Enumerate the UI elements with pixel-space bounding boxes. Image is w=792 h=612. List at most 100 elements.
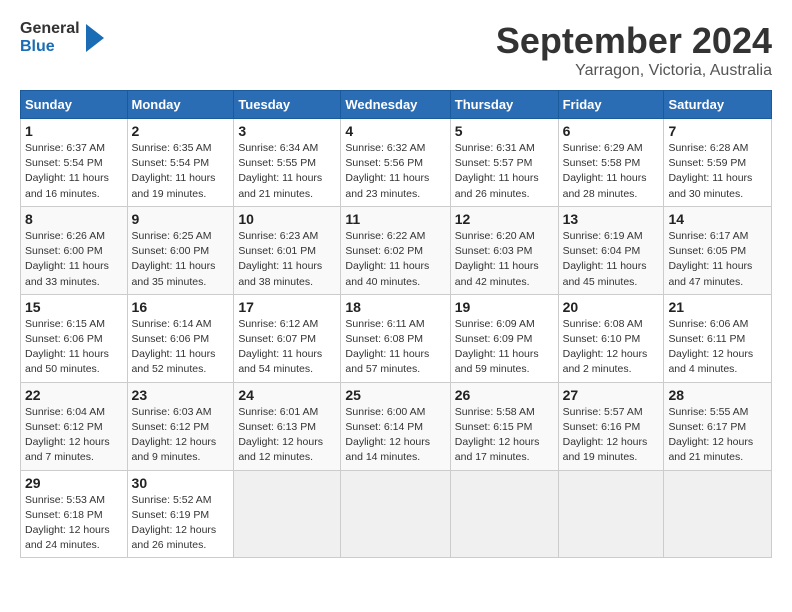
table-row: 12 Sunrise: 6:20 AMSunset: 6:03 PMDayligh…	[450, 206, 558, 294]
day-info: Sunrise: 6:25 AMSunset: 6:00 PMDaylight:…	[132, 229, 230, 290]
table-row: 26 Sunrise: 5:58 AMSunset: 6:15 PMDayligh…	[450, 382, 558, 470]
day-number: 28	[668, 387, 767, 403]
day-number: 3	[238, 123, 336, 139]
day-number: 24	[238, 387, 336, 403]
table-row: 2 Sunrise: 6:35 AMSunset: 5:54 PMDaylight…	[127, 119, 234, 207]
table-row: 13 Sunrise: 6:19 AMSunset: 6:04 PMDayligh…	[558, 206, 664, 294]
col-saturday: Saturday	[664, 91, 772, 119]
day-info: Sunrise: 5:55 AMSunset: 6:17 PMDaylight:…	[668, 405, 767, 466]
day-number: 27	[563, 387, 660, 403]
calendar-header-row: Sunday Monday Tuesday Wednesday Thursday…	[21, 91, 772, 119]
day-info: Sunrise: 6:34 AMSunset: 5:55 PMDaylight:…	[238, 141, 336, 202]
logo-arrow-icon	[86, 20, 104, 56]
day-number: 4	[345, 123, 445, 139]
day-number: 11	[345, 211, 445, 227]
day-number: 6	[563, 123, 660, 139]
day-number: 18	[345, 299, 445, 315]
table-row	[341, 470, 450, 558]
table-row: 23 Sunrise: 6:03 AMSunset: 6:12 PMDayligh…	[127, 382, 234, 470]
calendar-table: Sunday Monday Tuesday Wednesday Thursday…	[20, 90, 772, 558]
table-row: 25Sunrise: 6:00 AMSunset: 6:14 PMDayligh…	[341, 382, 450, 470]
day-info: Sunrise: 6:01 AMSunset: 6:13 PMDaylight:…	[238, 405, 336, 466]
calendar-week-row: 1Sunrise: 6:37 AMSunset: 5:54 PMDaylight…	[21, 119, 772, 207]
day-info: Sunrise: 6:03 AMSunset: 6:12 PMDaylight:…	[132, 405, 230, 466]
day-info: Sunrise: 6:29 AMSunset: 5:58 PMDaylight:…	[563, 141, 660, 202]
calendar-week-row: 15 Sunrise: 6:15 AMSunset: 6:06 PMDayligh…	[21, 294, 772, 382]
day-info: Sunrise: 6:35 AMSunset: 5:54 PMDaylight:…	[132, 141, 230, 202]
day-number: 13	[563, 211, 660, 227]
day-number: 8	[25, 211, 123, 227]
day-number: 30	[132, 475, 230, 491]
day-number: 16	[132, 299, 230, 315]
col-tuesday: Tuesday	[234, 91, 341, 119]
table-row: 9Sunrise: 6:25 AMSunset: 6:00 PMDaylight…	[127, 206, 234, 294]
logo-blue: Blue	[20, 38, 80, 56]
day-info: Sunrise: 6:26 AMSunset: 6:00 PMDaylight:…	[25, 229, 123, 290]
day-info: Sunrise: 6:28 AMSunset: 5:59 PMDaylight:…	[668, 141, 767, 202]
table-row: 10Sunrise: 6:23 AMSunset: 6:01 PMDayligh…	[234, 206, 341, 294]
day-number: 14	[668, 211, 767, 227]
table-row	[558, 470, 664, 558]
day-number: 21	[668, 299, 767, 315]
day-number: 12	[455, 211, 554, 227]
table-row: 20 Sunrise: 6:08 AMSunset: 6:10 PMDayligh…	[558, 294, 664, 382]
day-number: 29	[25, 475, 123, 491]
day-number: 26	[455, 387, 554, 403]
table-row: 29 Sunrise: 5:53 AMSunset: 6:18 PMDayligh…	[21, 470, 128, 558]
day-number: 19	[455, 299, 554, 315]
day-number: 17	[238, 299, 336, 315]
day-number: 23	[132, 387, 230, 403]
day-number: 10	[238, 211, 336, 227]
table-row: 8 Sunrise: 6:26 AMSunset: 6:00 PMDaylight…	[21, 206, 128, 294]
day-info: Sunrise: 5:52 AMSunset: 6:19 PMDaylight:…	[132, 493, 230, 554]
day-info: Sunrise: 6:20 AMSunset: 6:03 PMDaylight:…	[455, 229, 554, 290]
day-number: 25	[345, 387, 445, 403]
day-number: 2	[132, 123, 230, 139]
day-info: Sunrise: 6:15 AMSunset: 6:06 PMDaylight:…	[25, 317, 123, 378]
table-row: 4 Sunrise: 6:32 AMSunset: 5:56 PMDaylight…	[341, 119, 450, 207]
day-number: 20	[563, 299, 660, 315]
day-info: Sunrise: 6:19 AMSunset: 6:04 PMDaylight:…	[563, 229, 660, 290]
table-row: 6 Sunrise: 6:29 AMSunset: 5:58 PMDaylight…	[558, 119, 664, 207]
table-row: 16 Sunrise: 6:14 AMSunset: 6:06 PMDayligh…	[127, 294, 234, 382]
day-number: 22	[25, 387, 123, 403]
calendar-week-row: 22 Sunrise: 6:04 AMSunset: 6:12 PMDayligh…	[21, 382, 772, 470]
table-row: 1Sunrise: 6:37 AMSunset: 5:54 PMDaylight…	[21, 119, 128, 207]
table-row: 22 Sunrise: 6:04 AMSunset: 6:12 PMDayligh…	[21, 382, 128, 470]
table-row: 18 Sunrise: 6:11 AMSunset: 6:08 PMDayligh…	[341, 294, 450, 382]
col-friday: Friday	[558, 91, 664, 119]
table-row: 24 Sunrise: 6:01 AMSunset: 6:13 PMDayligh…	[234, 382, 341, 470]
table-row: 28 Sunrise: 5:55 AMSunset: 6:17 PMDayligh…	[664, 382, 772, 470]
title-block: September 2024 Yarragon, Victoria, Austr…	[496, 20, 772, 80]
logo-text-container: General Blue	[20, 20, 80, 55]
logo-general: General	[20, 20, 80, 38]
day-info: Sunrise: 6:31 AMSunset: 5:57 PMDaylight:…	[455, 141, 554, 202]
day-info: Sunrise: 6:17 AMSunset: 6:05 PMDaylight:…	[668, 229, 767, 290]
calendar-week-row: 8 Sunrise: 6:26 AMSunset: 6:00 PMDaylight…	[21, 206, 772, 294]
day-info: Sunrise: 5:53 AMSunset: 6:18 PMDaylight:…	[25, 493, 123, 554]
day-info: Sunrise: 6:14 AMSunset: 6:06 PMDaylight:…	[132, 317, 230, 378]
table-row: 5 Sunrise: 6:31 AMSunset: 5:57 PMDaylight…	[450, 119, 558, 207]
day-info: Sunrise: 6:08 AMSunset: 6:10 PMDaylight:…	[563, 317, 660, 378]
table-row: 11Sunrise: 6:22 AMSunset: 6:02 PMDayligh…	[341, 206, 450, 294]
calendar-week-row: 29 Sunrise: 5:53 AMSunset: 6:18 PMDayligh…	[21, 470, 772, 558]
col-monday: Monday	[127, 91, 234, 119]
col-wednesday: Wednesday	[341, 91, 450, 119]
day-info: Sunrise: 5:57 AMSunset: 6:16 PMDaylight:…	[563, 405, 660, 466]
day-number: 7	[668, 123, 767, 139]
day-info: Sunrise: 6:11 AMSunset: 6:08 PMDaylight:…	[345, 317, 445, 378]
table-row	[450, 470, 558, 558]
table-row: 30 Sunrise: 5:52 AMSunset: 6:19 PMDayligh…	[127, 470, 234, 558]
day-info: Sunrise: 6:09 AMSunset: 6:09 PMDaylight:…	[455, 317, 554, 378]
day-info: Sunrise: 6:06 AMSunset: 6:11 PMDaylight:…	[668, 317, 767, 378]
day-info: Sunrise: 6:12 AMSunset: 6:07 PMDaylight:…	[238, 317, 336, 378]
table-row: 27 Sunrise: 5:57 AMSunset: 6:16 PMDayligh…	[558, 382, 664, 470]
day-number: 15	[25, 299, 123, 315]
day-number: 5	[455, 123, 554, 139]
day-info: Sunrise: 5:58 AMSunset: 6:15 PMDaylight:…	[455, 405, 554, 466]
month-title: September 2024	[496, 20, 772, 62]
table-row: 19 Sunrise: 6:09 AMSunset: 6:09 PMDayligh…	[450, 294, 558, 382]
day-info: Sunrise: 6:32 AMSunset: 5:56 PMDaylight:…	[345, 141, 445, 202]
day-info: Sunrise: 6:04 AMSunset: 6:12 PMDaylight:…	[25, 405, 123, 466]
table-row	[234, 470, 341, 558]
